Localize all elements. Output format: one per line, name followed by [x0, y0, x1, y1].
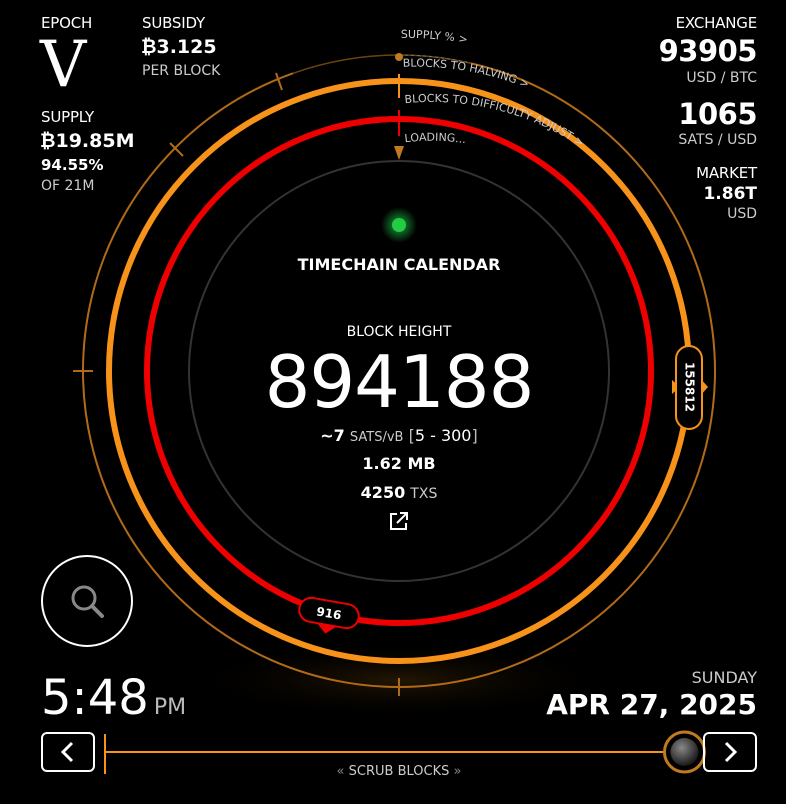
market-value[interactable]: 1.86T	[703, 184, 757, 204]
status-dot	[392, 218, 406, 232]
fee-unit: SATS/vB	[349, 430, 404, 445]
search-button[interactable]	[41, 555, 133, 647]
tx-count-row: 4250 TXS	[199, 483, 599, 502]
epoch-numeral[interactable]: V	[40, 33, 86, 97]
tx-unit: TXS	[410, 486, 438, 502]
market-label: MARKET	[696, 164, 757, 182]
tx-count: 4250	[360, 483, 406, 502]
halving-arc-label[interactable]: BLOCKS TO HALVING >	[403, 57, 531, 91]
prev-block-button[interactable]	[41, 732, 95, 772]
svg-text:155812: 155812	[683, 362, 697, 412]
subsidy-unit: PER BLOCK	[142, 63, 221, 79]
exchange-price[interactable]: 93905	[659, 34, 758, 68]
chevron-right-icon	[724, 741, 738, 763]
date-weekday: SUNDAY	[691, 668, 757, 687]
loading-marker	[394, 146, 404, 160]
block-size: 1.62 MB	[362, 454, 436, 473]
fee-approx: ~7	[320, 426, 345, 445]
supply-label: SUPPLY	[41, 108, 94, 126]
double-chevron-right-icon: »	[453, 764, 462, 779]
clock-ampm: PM	[153, 695, 187, 720]
fee-range-close: ]	[471, 426, 478, 445]
exchange-label: EXCHANGE	[675, 14, 758, 32]
date-value: APR 27, 2025	[546, 688, 757, 721]
block-height-label: BLOCK HEIGHT	[346, 324, 452, 340]
clock: 5:48 PM	[41, 670, 186, 726]
loading-arc-label: LOADING...	[404, 131, 467, 147]
exchange-price-unit: USD / BTC	[686, 70, 757, 86]
fee-rate[interactable]: ~7 SATS/vB [5 - 300]	[199, 426, 599, 445]
supply-of-total: OF 21M	[41, 178, 95, 194]
double-chevron-left-icon: «	[336, 764, 345, 779]
block-height-value[interactable]: 894188	[199, 346, 599, 418]
market-unit: USD	[727, 206, 757, 222]
exchange-sats[interactable]: 1065	[678, 97, 757, 131]
chevron-left-icon	[60, 741, 74, 763]
scrub-label: SCRUB BLOCKS	[348, 764, 450, 779]
calendar-title: TIMECHAIN CALENDAR	[297, 255, 501, 274]
halving-marker[interactable]: 155812	[672, 345, 708, 430]
scrub-label-row: « SCRUB BLOCKS »	[250, 764, 548, 779]
search-icon	[71, 585, 104, 618]
next-block-button[interactable]	[703, 732, 757, 772]
difficulty-marker[interactable]: 916	[296, 596, 361, 639]
supply-arc-label[interactable]: SUPPLY % >	[401, 28, 469, 46]
subsidy-value[interactable]: ₿3.125	[141, 36, 217, 59]
scrub-knob[interactable]	[663, 730, 706, 774]
supply-percent: 94.55%	[41, 156, 104, 174]
subsidy-label: SUBSIDY	[142, 14, 205, 32]
supply-value[interactable]: ₿19.85M	[40, 130, 135, 153]
external-link-icon[interactable]	[388, 510, 410, 532]
fee-range: 5 - 300	[414, 426, 472, 445]
clock-time: 5:48	[41, 670, 149, 726]
exchange-sats-unit: SATS / USD	[678, 132, 757, 148]
